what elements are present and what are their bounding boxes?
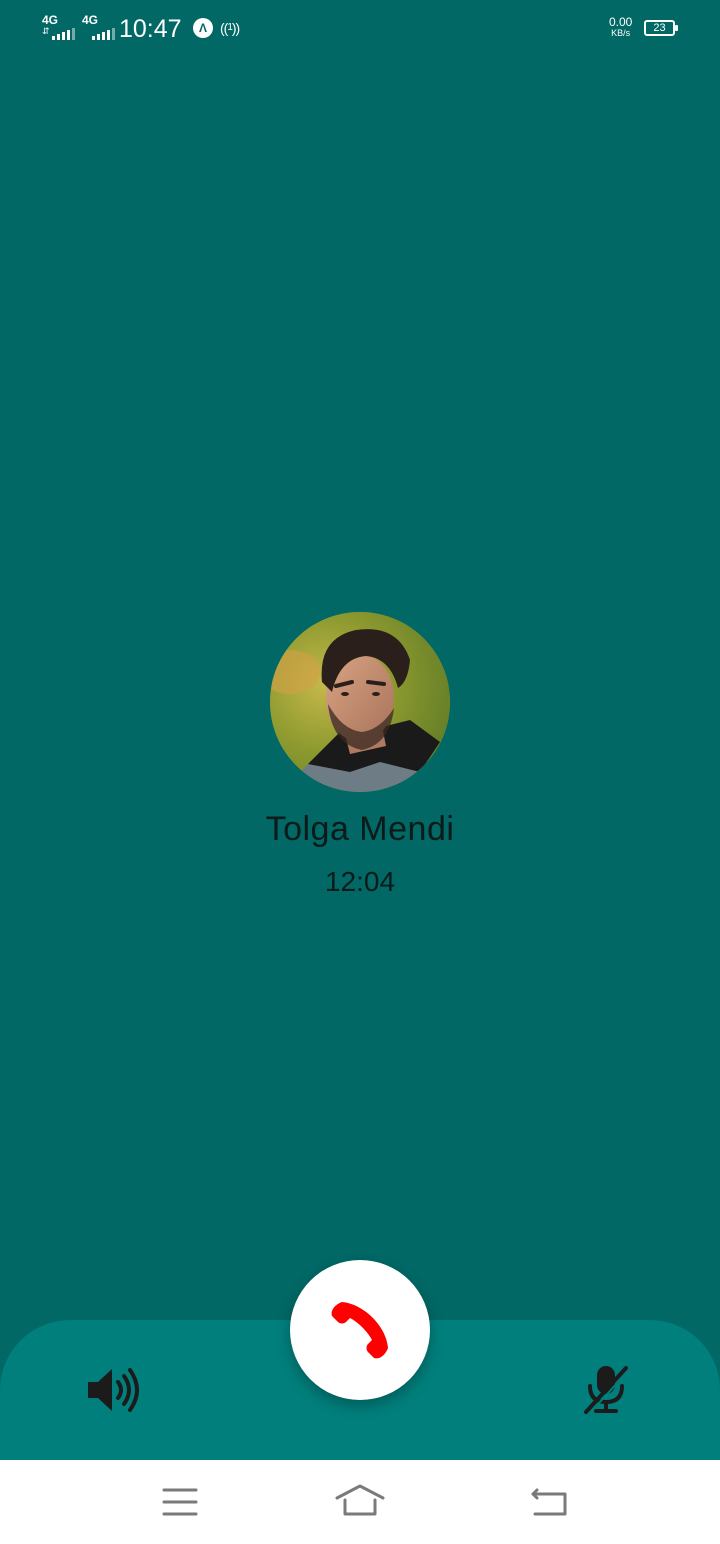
phone-hangup-icon	[331, 1302, 388, 1359]
home-icon	[335, 1484, 385, 1516]
net-speed: 0.00 KB/s	[609, 15, 633, 39]
system-navigation-bar	[0, 1460, 720, 1544]
sim2-signal-bars-icon	[92, 28, 115, 40]
menu-icon	[162, 1488, 198, 1516]
hotspot-count: 1	[227, 22, 232, 33]
status-time: 10:47	[119, 15, 182, 43]
vpn-a-icon: Λ	[193, 18, 213, 38]
sim1-signal-bars-icon	[52, 28, 75, 40]
caller-name: Tolga Mendi	[265, 810, 455, 848]
data-activity-icon: ⇵	[42, 26, 50, 36]
call-duration: 12:04	[324, 866, 396, 897]
speaker-icon	[88, 1368, 139, 1412]
mute-button[interactable]	[580, 1362, 632, 1416]
sim1-signal: 4G ⇵	[42, 14, 76, 40]
home-button[interactable]	[335, 1480, 385, 1524]
battery-level: 23	[653, 22, 666, 34]
hotspot-icon: ((1))	[220, 20, 240, 36]
net-speed-value: 0.00	[609, 15, 633, 29]
speaker-button[interactable]	[84, 1365, 142, 1415]
caller-avatar-image	[270, 612, 450, 792]
sim2-signal: 4G	[82, 14, 116, 40]
back-icon	[531, 1488, 567, 1516]
back-button[interactable]	[525, 1480, 575, 1524]
recent-apps-button[interactable]	[155, 1480, 205, 1524]
net-speed-unit: KB/s	[611, 28, 631, 38]
sim2-network-label: 4G	[82, 13, 99, 27]
status-bar: 4G ⇵ 4G 10:47 Λ ((1)) 0.00 KB/s 23	[0, 0, 720, 58]
caller-avatar	[270, 612, 450, 792]
battery-icon: 23	[644, 20, 678, 36]
sim1-network-label: 4G	[42, 13, 59, 27]
microphone-off-icon	[584, 1366, 630, 1415]
end-call-button[interactable]	[290, 1260, 430, 1400]
